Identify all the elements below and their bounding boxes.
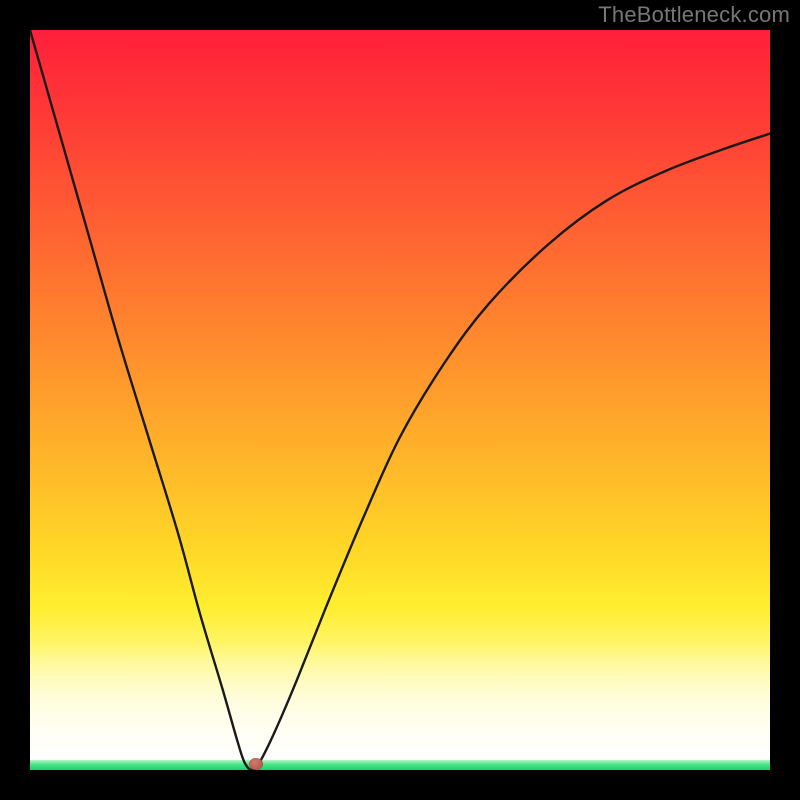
optimal-point-marker [249, 758, 263, 770]
bottleneck-curve-path [30, 30, 770, 770]
bottleneck-curve-svg [30, 30, 770, 770]
watermark-text: TheBottleneck.com [598, 2, 790, 28]
plot-area [30, 30, 770, 770]
chart-frame: TheBottleneck.com [0, 0, 800, 800]
